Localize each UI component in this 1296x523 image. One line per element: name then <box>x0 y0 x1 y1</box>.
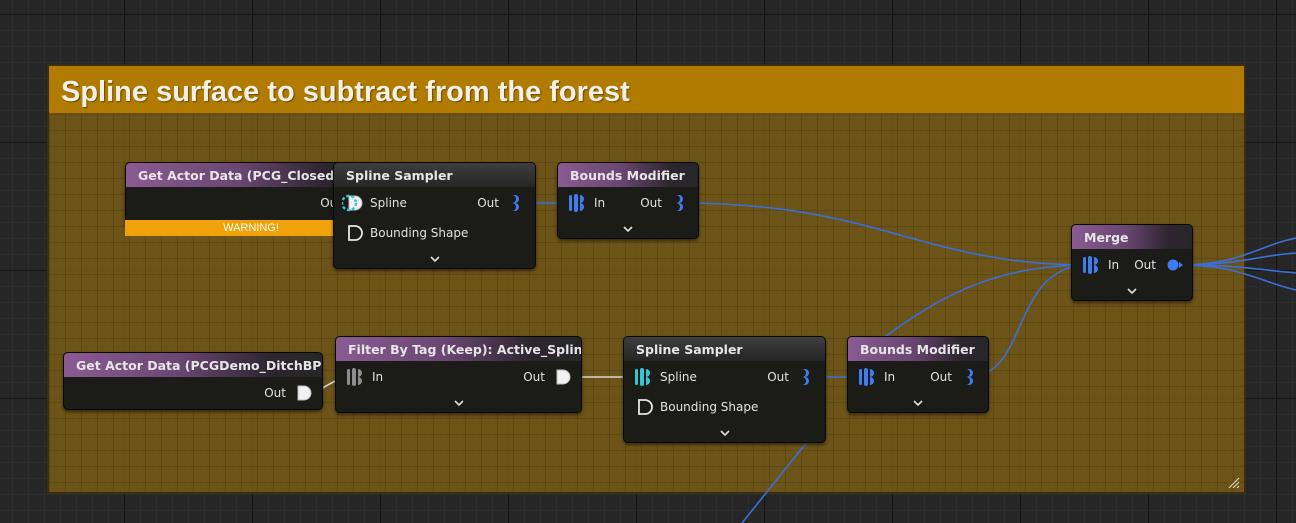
out-pin-label: Out <box>264 386 286 400</box>
out-pin-icon[interactable] <box>798 368 812 386</box>
in-pin-label: In <box>594 196 606 210</box>
node-title: Get Actor Data (PCGDemo_DitchBP) <box>64 353 322 377</box>
out-pin-label: Out <box>930 370 952 384</box>
out-pin-icon[interactable] <box>672 194 686 212</box>
node-title: Filter By Tag (Keep): Active_Spline <box>336 337 581 361</box>
spline-in-pin-icon[interactable] <box>634 367 652 387</box>
out-pin-label: Out <box>640 196 662 210</box>
wire-external-to-merge[interactable] <box>884 264 1090 338</box>
bounding-shape-in-pin-icon[interactable] <box>636 399 654 415</box>
out-pin-icon[interactable] <box>1166 258 1184 272</box>
node-get-actor-data-ditch[interactable]: Get Actor Data (PCGDemo_DitchBP) Out <box>63 352 323 410</box>
bounding-shape-in-pin-icon[interactable] <box>346 225 364 241</box>
out-pin-icon[interactable] <box>962 368 976 386</box>
out-pin-label: Out <box>523 370 545 384</box>
node-title: Bounds Modifier <box>848 337 988 361</box>
expand-chevron-icon[interactable] <box>1127 287 1137 295</box>
node-title: Spline Sampler <box>334 163 535 187</box>
out-pin-label: Out <box>477 196 499 210</box>
spline-pin-label: Spline <box>660 370 697 384</box>
in-pin-icon[interactable] <box>1082 255 1100 275</box>
expand-chevron-icon[interactable] <box>913 399 923 407</box>
out-pin-icon[interactable] <box>554 369 572 385</box>
out-pin-icon[interactable] <box>508 194 522 212</box>
node-title: Bounds Modifier <box>558 163 698 187</box>
out-pin-label: Out <box>767 370 789 384</box>
node-title: Spline Sampler <box>624 337 825 361</box>
node-spline-sampler-2[interactable]: Spline Sampler Spline Bounding Shape Out <box>623 336 826 443</box>
wire-merge-out-4[interactable] <box>1179 264 1296 291</box>
spline-pin-label: Spline <box>370 196 407 210</box>
node-filter-by-tag[interactable]: Filter By Tag (Keep): Active_Spline In O… <box>335 336 582 413</box>
bounding-shape-pin-label: Bounding Shape <box>660 400 759 414</box>
in-pin-label: In <box>1108 258 1120 272</box>
node-title: Merge <box>1072 225 1192 249</box>
out-pin-label: Out <box>1134 258 1156 272</box>
expand-chevron-icon[interactable] <box>429 255 440 263</box>
wire-external-bottom[interactable] <box>741 431 816 523</box>
expand-chevron-icon[interactable] <box>719 429 730 437</box>
wire-bounds1-to-merge[interactable] <box>680 202 1090 266</box>
expand-chevron-icon[interactable] <box>453 399 464 407</box>
bounding-shape-pin-label: Bounding Shape <box>370 226 469 240</box>
in-pin-icon[interactable] <box>568 193 586 213</box>
in-pin-icon[interactable] <box>858 367 876 387</box>
in-pin-label: In <box>884 370 896 384</box>
in-pin-label: In <box>372 370 384 384</box>
out-pin-icon[interactable] <box>295 385 313 401</box>
wire-merge-out-2[interactable] <box>1179 252 1296 266</box>
in-pin-icon[interactable] <box>346 367 364 387</box>
expand-chevron-icon[interactable] <box>623 225 633 233</box>
spline-in-pin-icon[interactable] <box>342 193 364 213</box>
node-spline-sampler-1[interactable]: Spline Sampler Spline Bounding Shape Out <box>333 162 536 269</box>
